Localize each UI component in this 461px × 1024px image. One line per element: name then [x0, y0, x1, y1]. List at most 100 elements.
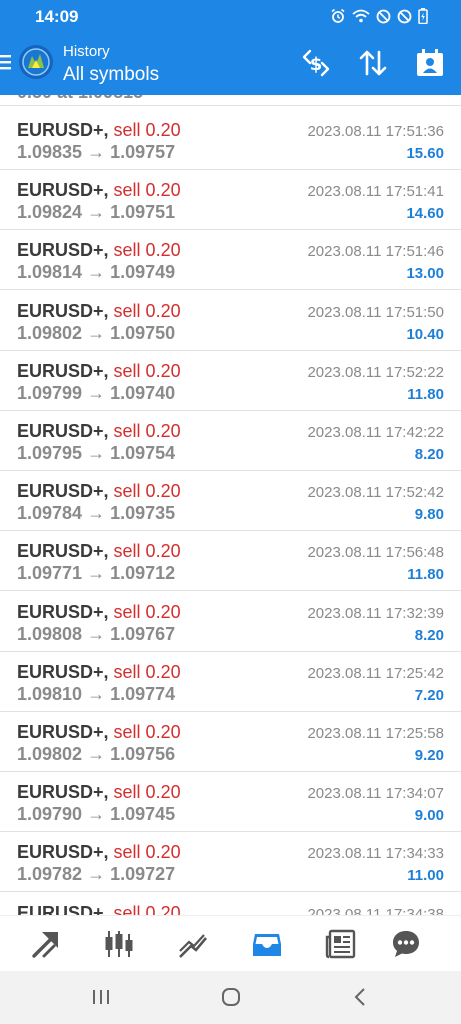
trade-time: 2023.08.11 17:51:50 [307, 303, 444, 321]
trade-row[interactable]: EURUSD+, sell 0.20 1.09784 → 1.09735 2023.… [0, 471, 461, 532]
trade-time: 2023.08.11 17:51:41 [307, 183, 444, 201]
trade-symbol: EURUSD+, [17, 180, 109, 201]
metatrader-logo-icon [22, 48, 50, 76]
trade-symbol: EURUSD+, [17, 541, 109, 562]
history-inbox-icon[interactable] [251, 928, 283, 960]
trade-symbol-line: EURUSD+, sell 0.20 [17, 842, 181, 863]
news-icon[interactable] [325, 928, 357, 960]
trade-symbol: EURUSD+, [17, 722, 109, 742]
list-item-partial: 0.50 at 1.09815 [0, 95, 461, 106]
trade-action: sell 0.20 [113, 481, 181, 502]
trade-row[interactable]: EURUSD+, sell 0.20 1.09790 → 1.09745 2023.… [0, 772, 461, 833]
trade-arrows-icon[interactable] [30, 928, 62, 960]
svg-text:$: $ [310, 54, 323, 75]
trade-action: sell 0.20 [113, 842, 181, 863]
trade-row[interactable]: EURUSD+, sell 0.20 1.09810 → 1.09774 2023.… [0, 652, 461, 712]
trade-row[interactable]: EURUSD+, sell 0.20 1.09835 → 1.09757 2023.… [0, 110, 461, 170]
trade-symbol-line: EURUSD+, sell 0.20 [17, 421, 181, 442]
system-navigation-bar [0, 971, 461, 1024]
trade-row[interactable]: EURUSD+, sell 0.20 1.09824 → 1.09751 2023.… [0, 170, 461, 231]
trade-symbol: EURUSD+, [17, 300, 109, 321]
status-bar: 14:09 [0, 0, 461, 33]
currency-exchange-icon[interactable]: $ [300, 47, 332, 79]
no-signal-icon [397, 9, 412, 23]
back-icon[interactable] [352, 987, 368, 1007]
trade-symbol-line: EURUSD+, sell 0.20 [17, 481, 181, 502]
trade-row[interactable]: EURUSD+, sell 0.20 1.09802 → 1.09750 2023.… [0, 291, 461, 351]
trade-profit: 11.80 [407, 385, 444, 403]
trade-symbol: EURUSD+, [17, 120, 109, 140]
status-icons [330, 8, 428, 24]
trade-action: sell 0.20 [113, 722, 181, 742]
trade-prices: 1.09782 → 1.09727 [17, 864, 176, 885]
trade-row[interactable]: EURUSD+, sell 0.20 1.09771 → 1.09712 2023.… [0, 531, 461, 592]
trade-prices: 1.09771 → 1.09712 [17, 563, 176, 584]
trade-symbol: EURUSD+, [17, 782, 109, 803]
trade-prices: 1.09799 → 1.09740 [17, 382, 176, 403]
trade-row[interactable]: EURUSD+, sell 0.20 1.09795 → 1.09754 2023.… [0, 411, 461, 471]
trade-profit: 8.20 [414, 446, 444, 463]
trade-profit: 9.80 [414, 506, 444, 524]
bottom-navigation [0, 915, 461, 971]
trade-symbol-line: EURUSD+, sell 0.20 [17, 903, 181, 915]
app-logo [19, 45, 53, 79]
trade-row[interactable]: EURUSD+, sell 0.20 1.09802 → 1.09756 2023.… [0, 712, 461, 772]
trade-time: 2023.08.11 17:34:07 [307, 785, 444, 803]
calendar-person-icon[interactable] [414, 47, 446, 79]
trade-action: sell 0.20 [113, 902, 181, 915]
trade-symbol-line: EURUSD+, sell 0.20 [17, 602, 181, 623]
trade-row[interactable]: EURUSD+, sell 0.20 1.09808 → 1.09767 2023.… [0, 592, 461, 652]
trade-prices: 1.09802 → 1.09750 [17, 322, 176, 343]
trade-time: 2023.08.11 17:56:48 [307, 544, 444, 562]
trade-symbol: EURUSD+, [17, 902, 109, 915]
trade-symbol: EURUSD+, [17, 601, 109, 622]
trade-action: sell 0.20 [113, 541, 181, 562]
alarm-icon [331, 8, 345, 23]
trade-prices: 1.09790 → 1.09745 [17, 804, 176, 825]
trade-time: 2023.08.11 17:42:22 [307, 424, 444, 441]
trade-action: sell 0.20 [113, 360, 181, 381]
trade-symbol: EURUSD+, [17, 481, 109, 502]
do-not-disturb-icon [376, 9, 391, 23]
trade-time: 2023.08.11 17:52:22 [307, 363, 444, 381]
trade-row[interactable]: EURUSD+, sell 0.20 1.09799 → 1.09740 2023.… [0, 351, 461, 411]
header-subtitle: History [63, 43, 110, 60]
sort-icon[interactable] [357, 47, 389, 79]
battery-icon [418, 8, 428, 24]
trade-symbol-line: EURUSD+, sell 0.20 [17, 782, 181, 803]
trade-prices: 1.09808 → 1.09767 [17, 623, 176, 644]
trade-profit: 11.00 [407, 867, 444, 885]
trade-symbol: EURUSD+, [17, 842, 109, 863]
menu-icon[interactable] [0, 53, 12, 71]
recent-apps-icon[interactable] [91, 987, 111, 1007]
trade-row[interactable]: EURUSD+, sell 0.20 1.09782 → 1.09727 2023.… [0, 832, 461, 893]
candlestick-chart-icon[interactable] [103, 928, 135, 960]
trade-history-list[interactable]: 0.50 at 1.09815 EURUSD+, sell 0.201.0983… [0, 95, 461, 915]
trade-time: 2023.08.11 17:34:38 [307, 905, 444, 915]
trade-time: 2023.08.11 17:32:39 [307, 604, 444, 622]
trend-chart-icon[interactable] [177, 928, 209, 960]
trade-profit: 8.20 [414, 626, 444, 644]
trade-symbol-line: EURUSD+, sell 0.20 [17, 120, 181, 141]
wifi-icon [352, 9, 370, 23]
trade-prices: 1.09814 → 1.09749 [17, 262, 176, 283]
trade-action: sell 0.20 [113, 782, 181, 803]
trade-time: 2023.08.11 17:25:42 [307, 664, 444, 682]
trade-action: sell 0.20 [113, 120, 181, 140]
trade-row[interactable]: EURUSD+, sell 0.20 1.09814 → 1.09749 2023.… [0, 230, 461, 291]
trade-profit: 7.20 [414, 686, 444, 704]
trade-time: 2023.08.11 17:51:36 [307, 123, 444, 140]
app-bar: History All symbols $ [0, 33, 461, 95]
trade-row[interactable]: EURUSD+, sell 0.20 2023.08.11 17:34:38 [0, 893, 461, 915]
chat-icon[interactable] [390, 928, 422, 960]
trade-symbol-line: EURUSD+, sell 0.20 [17, 722, 181, 743]
header-title[interactable]: All symbols [63, 64, 159, 86]
trade-prices: 1.09802 → 1.09756 [17, 744, 176, 764]
trade-profit: 9.00 [414, 807, 444, 825]
trade-prices: 1.09784 → 1.09735 [17, 503, 176, 524]
trade-time: 2023.08.11 17:25:58 [307, 725, 444, 742]
home-icon[interactable] [221, 987, 241, 1007]
trade-symbol-line: EURUSD+, sell 0.20 [17, 361, 181, 382]
trade-action: sell 0.20 [113, 180, 181, 201]
trade-symbol-line: EURUSD+, sell 0.20 [17, 662, 181, 683]
